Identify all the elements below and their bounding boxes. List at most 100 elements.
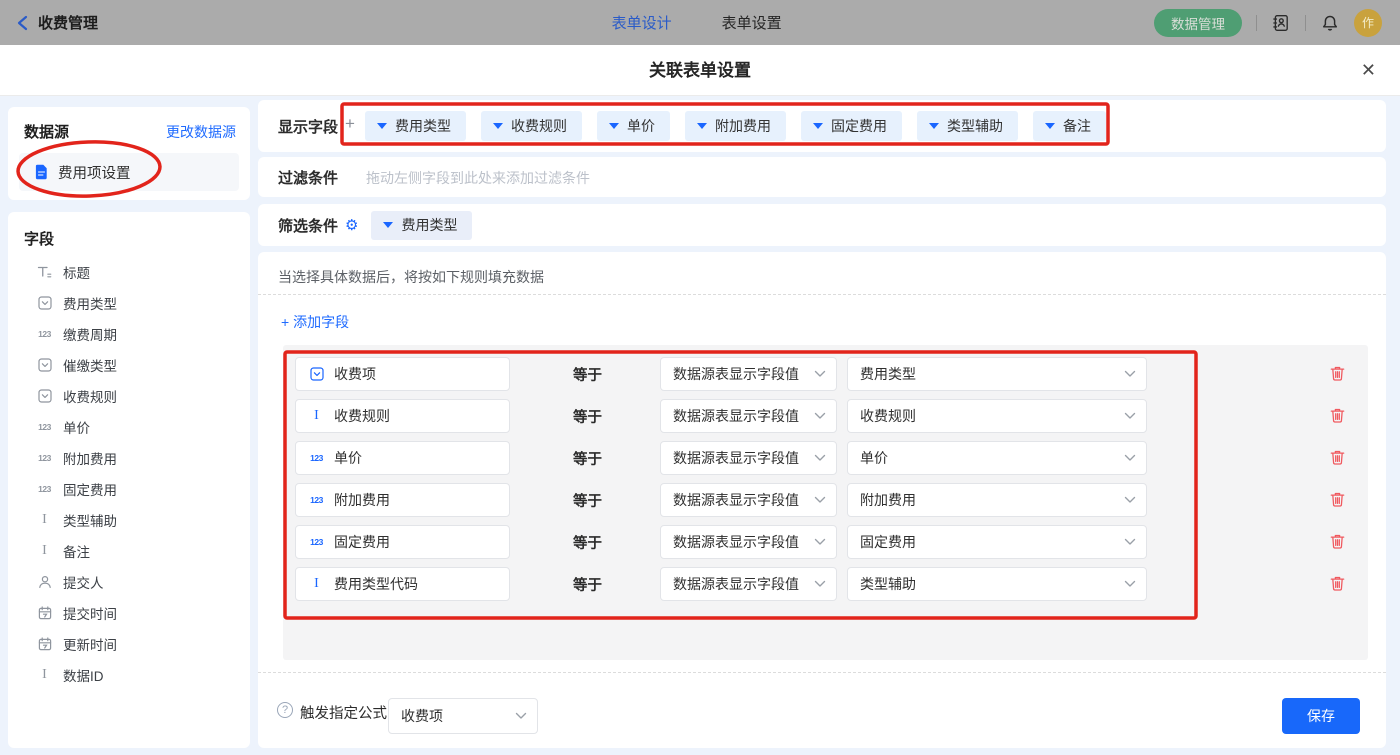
field-list-item[interactable]: 收费规则	[8, 380, 250, 411]
chevron-down-icon	[1124, 412, 1136, 420]
field-label: 备注	[63, 541, 90, 561]
number-icon: 123	[36, 484, 53, 494]
rule-target-field[interactable]: 收费项	[295, 357, 510, 391]
field-label: 缴费周期	[63, 324, 117, 344]
display-field-chip[interactable]: 附加费用	[685, 111, 786, 141]
display-field-chip[interactable]: 费用类型	[365, 111, 466, 141]
field-list-item[interactable]: I 数据ID	[8, 659, 250, 690]
rule-value-select[interactable]: 单价	[847, 441, 1147, 475]
rule-row: 123 单价 等于 数据源表显示字段值 单价	[295, 441, 1368, 475]
rule-row: I 收费规则 等于 数据源表显示字段值 收费规则	[295, 399, 1368, 433]
chip-label: 附加费用	[715, 116, 771, 136]
rule-value-select[interactable]: 费用类型	[847, 357, 1147, 391]
rule-source-select[interactable]: 数据源表显示字段值	[660, 567, 837, 601]
field-list-item[interactable]: 费用类型	[8, 287, 250, 318]
field-list-item[interactable]: 提交人	[8, 566, 250, 597]
rule-value-select[interactable]: 收费规则	[847, 399, 1147, 433]
chip-label: 费用类型	[401, 215, 457, 235]
rule-target-field[interactable]: 123 附加费用	[295, 483, 510, 517]
rules-list: 收费项 等于 数据源表显示字段值 费用类型	[283, 345, 1368, 660]
help-icon[interactable]: ?	[277, 702, 293, 718]
rule-source-select[interactable]: 数据源表显示字段值	[660, 441, 837, 475]
delete-rule-icon[interactable]	[1329, 575, 1346, 592]
data-manage-button[interactable]: 数据管理	[1154, 9, 1242, 37]
field-list-item[interactable]: 更新时间	[8, 628, 250, 659]
dropdown-caret-icon	[1045, 123, 1055, 129]
related-form-settings-page: 收费管理 表单设计 表单设置 数据管理 作 关联表单设置 ✕ 数据源 更改数据源	[0, 0, 1400, 755]
display-fields-label: 显示字段	[278, 116, 338, 137]
chip-label: 单价	[627, 116, 655, 136]
rule-value-select[interactable]: 固定费用	[847, 525, 1147, 559]
field-list-item[interactable]: 催缴类型	[8, 349, 250, 380]
field-list-item[interactable]: 123 缴费周期	[8, 318, 250, 349]
delete-rule-icon[interactable]	[1329, 533, 1346, 550]
delete-rule-icon[interactable]	[1329, 365, 1346, 382]
rule-field-label: 收费规则	[334, 406, 390, 426]
rule-field-label: 固定费用	[334, 532, 390, 552]
calendar-icon	[36, 606, 53, 620]
rule-field-label: 收费项	[334, 364, 376, 384]
rule-target-field[interactable]: 123 单价	[295, 441, 510, 475]
rule-source-select[interactable]: 数据源表显示字段值	[660, 357, 837, 391]
rule-operator: 等于	[573, 364, 602, 385]
select-icon	[36, 296, 53, 310]
display-field-chip[interactable]: 单价	[597, 111, 670, 141]
select-icon	[36, 389, 53, 403]
rule-source-select[interactable]: 数据源表显示字段值	[660, 483, 837, 517]
field-list-item[interactable]: I 类型辅助	[8, 504, 250, 535]
tab-form-design[interactable]: 表单设计	[612, 12, 672, 33]
filter-dropzone[interactable]: 拖动左侧字段到此处来添加过滤条件	[366, 168, 590, 188]
field-label: 收费规则	[63, 386, 117, 406]
display-fields-row: 显示字段 + 费用类型 收费规则 单价	[258, 100, 1386, 152]
display-field-chip[interactable]: 收费规则	[481, 111, 582, 141]
delete-rule-icon[interactable]	[1329, 491, 1346, 508]
trigger-formula-select[interactable]: 收费项	[388, 698, 538, 734]
number-icon: 123	[36, 453, 53, 463]
change-datasource-link[interactable]: 更改数据源	[166, 122, 236, 142]
chevron-down-icon	[814, 412, 826, 420]
field-label: 附加费用	[63, 448, 117, 468]
divider	[258, 294, 1386, 295]
field-list-item[interactable]: I 备注	[8, 535, 250, 566]
save-button[interactable]: 保存	[1282, 698, 1360, 734]
datasource-item[interactable]: 费用项设置	[19, 153, 239, 191]
display-field-chip[interactable]: 固定费用	[801, 111, 902, 141]
add-field-link[interactable]: + 添加字段	[281, 312, 349, 332]
dropdown-caret-icon	[609, 123, 619, 129]
field-list-item[interactable]: 123 附加费用	[8, 442, 250, 473]
user-avatar[interactable]: 作	[1354, 9, 1382, 37]
tab-form-settings[interactable]: 表单设置	[722, 12, 782, 33]
screen-filter-chip[interactable]: 费用类型	[371, 211, 472, 240]
display-field-chip[interactable]: 备注	[1033, 111, 1106, 141]
close-icon[interactable]: ✕	[1361, 45, 1376, 96]
chip-label: 费用类型	[395, 116, 451, 136]
rule-value-select[interactable]: 类型辅助	[847, 567, 1147, 601]
dropdown-caret-icon	[813, 123, 823, 129]
rule-source-select[interactable]: 数据源表显示字段值	[660, 399, 837, 433]
chip-label: 固定费用	[831, 116, 887, 136]
rules-hint: 当选择具体数据后，将按如下规则填充数据	[278, 267, 544, 287]
text-icon: I	[36, 543, 53, 559]
rule-target-field[interactable]: I 收费规则	[295, 399, 510, 433]
gear-icon[interactable]: ⚙	[345, 218, 358, 233]
display-field-chip[interactable]: 类型辅助	[917, 111, 1018, 141]
rule-value-select[interactable]: 附加费用	[847, 483, 1147, 517]
bell-icon[interactable]	[1320, 13, 1340, 33]
calendar-icon	[36, 637, 53, 651]
field-list-item[interactable]: 提交时间	[8, 597, 250, 628]
back-button[interactable]	[16, 15, 30, 31]
field-list-item[interactable]: 标题	[8, 256, 250, 287]
chip-label: 类型辅助	[947, 116, 1003, 136]
delete-rule-icon[interactable]	[1329, 407, 1346, 424]
rule-source-select[interactable]: 数据源表显示字段值	[660, 525, 837, 559]
chevron-down-icon	[515, 712, 527, 720]
rule-row: 收费项 等于 数据源表显示字段值 费用类型	[295, 357, 1368, 391]
rule-target-field[interactable]: I 费用类型代码	[295, 567, 510, 601]
rule-target-field[interactable]: 123 固定费用	[295, 525, 510, 559]
add-display-field-button[interactable]: +	[345, 114, 355, 134]
field-list-item[interactable]: 123 固定费用	[8, 473, 250, 504]
address-book-icon[interactable]	[1271, 13, 1291, 33]
delete-rule-icon[interactable]	[1329, 449, 1346, 466]
file-icon	[33, 164, 50, 180]
field-list-item[interactable]: 123 单价	[8, 411, 250, 442]
